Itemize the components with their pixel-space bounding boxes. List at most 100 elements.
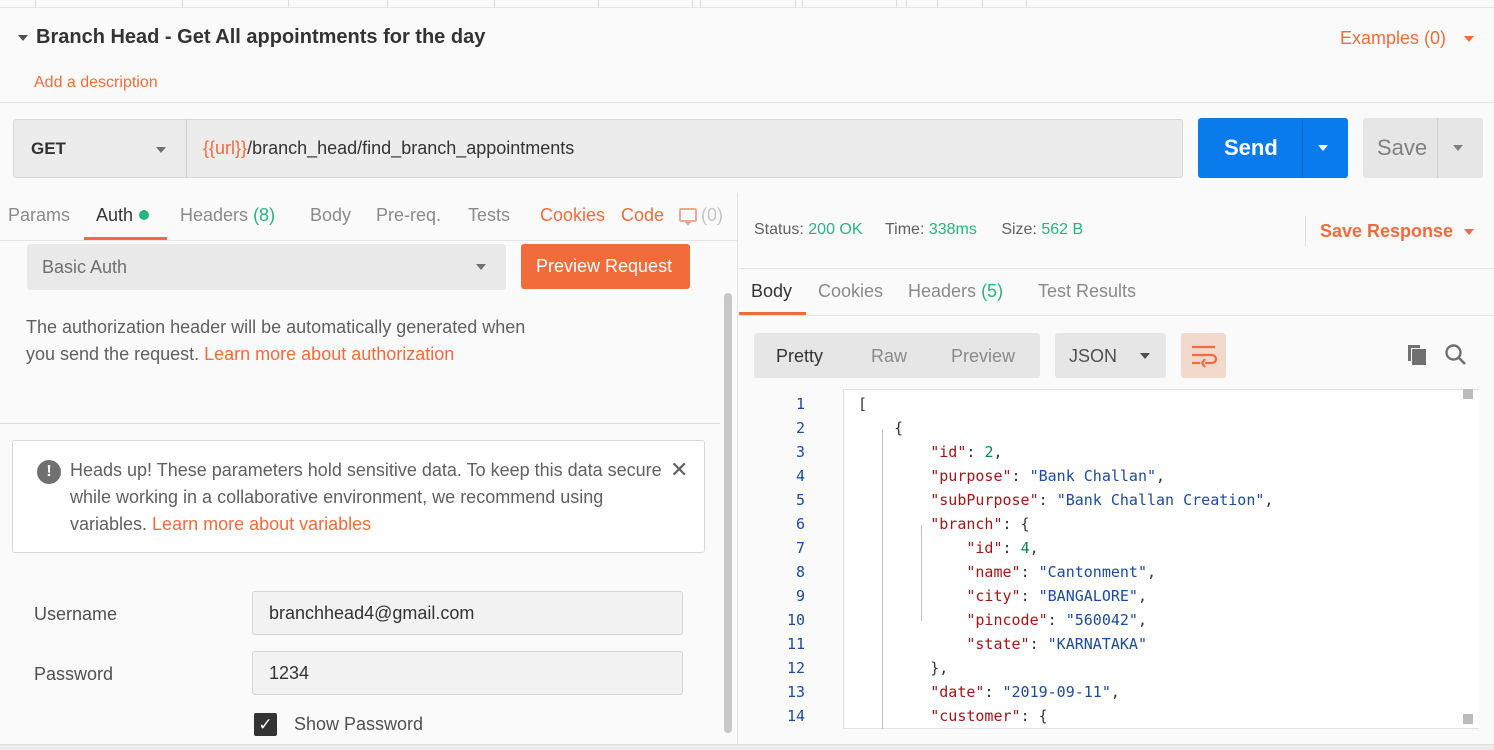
send-options-caret-icon[interactable] [1318,145,1328,151]
status-value[interactable]: 200 OK [808,221,862,238]
method-select[interactable]: GET [13,119,187,178]
comments-button[interactable]: (0) [679,205,723,226]
send-button[interactable]: Send [1198,118,1348,178]
save-options-caret-icon[interactable] [1453,145,1463,151]
learn-more-variables-link[interactable]: Learn more about variables [152,514,371,534]
time-label: Time: [884,221,925,238]
tab-divider [937,0,938,8]
response-headers-label: Headers [908,281,977,301]
view-preview[interactable]: Preview [951,346,1015,367]
auth-type-select[interactable]: Basic Auth [27,244,506,290]
cookies-link[interactable]: Cookies [540,205,605,226]
warning-text: Heads up! These parameters hold sensitiv… [70,457,670,538]
code-line: "id": 4, [966,539,1039,557]
code-line: "id": 2, [930,443,1003,461]
code-editor[interactable] [843,389,1479,729]
code-line: "customer": { [930,707,1048,725]
line-number: 6 [795,515,805,533]
username-field[interactable]: branchhead4@gmail.com [252,591,683,635]
headers-count: (8) [253,205,276,225]
tab-divider [288,0,289,8]
tab-prereq[interactable]: Pre-req. [376,205,441,226]
tab-auth-label: Auth [96,205,134,225]
divider [1437,118,1438,178]
code-line: "pincode": "560042", [966,611,1147,629]
line-number: 9 [795,587,805,605]
save-button[interactable]: Save [1363,118,1483,178]
tab-strip[interactable] [0,0,1494,8]
tab-divider [494,0,495,8]
line-number: 4 [795,467,805,485]
show-password-checkbox[interactable]: ✓ [254,713,277,736]
view-raw[interactable]: Raw [871,346,907,367]
learn-more-auth-link[interactable]: Learn more about authorization [204,344,454,364]
chevron-down-icon [1140,353,1150,359]
add-description-link[interactable]: Add a description [34,74,158,92]
comments-count: (0) [701,205,723,225]
code-link[interactable]: Code [621,205,664,226]
tab-response-body[interactable]: Body [751,281,792,302]
code-line: "state": "KARNATAKA" [966,635,1147,653]
tab-response-headers[interactable]: Headers (5) [908,281,1003,302]
show-password-label[interactable]: Show Password [294,714,423,735]
wrap-lines-button[interactable] [1181,333,1226,378]
password-field[interactable]: 1234 [252,651,683,695]
response-body-viewer[interactable]: 1 [2 {3 "id": 2, 4 "purpose": "Bank Challa… [757,389,1494,750]
scrollbar-top[interactable] [1463,389,1473,399]
tab-auth[interactable]: Auth [96,205,150,226]
view-pretty[interactable]: Pretty [776,346,823,367]
line-number: 1 [795,395,805,413]
examples-caret-icon[interactable] [1464,36,1474,42]
examples-dropdown[interactable]: Examples (0) [1340,28,1446,49]
url-text: {{url}}/branch_head/find_branch_appointm… [203,138,574,159]
request-title[interactable]: Branch Head - Get All appointments for t… [36,26,485,49]
password-label: Password [34,664,114,684]
url-path: /branch_head/find_branch_appointments [247,138,575,158]
copy-icon[interactable] [1406,343,1428,367]
tab-divider [182,0,183,8]
code-line: [ [858,395,868,413]
view-mode-group: Pretty Raw Preview [754,333,1040,378]
exclamation-icon: ! [37,460,61,484]
auth-active-dot [139,210,150,220]
preview-request-button[interactable]: Preview Request [521,244,690,289]
tab-tests[interactable]: Tests [468,205,510,226]
scrollbar-bottom[interactable] [1463,714,1473,724]
tab-divider [982,0,983,8]
search-icon[interactable] [1444,343,1468,367]
comment-icon [679,208,697,226]
line-number: 12 [786,659,805,677]
username-label: Username [34,604,118,624]
tab-divider [906,0,907,8]
size-value[interactable]: 562 B [1041,221,1083,238]
tab-test-results[interactable]: Test Results [1038,281,1136,302]
method-label: GET [31,139,66,158]
response-meta: Status: 200 OK Time: 338ms Size: 562 B [754,221,1083,239]
send-label: Send [1224,135,1278,160]
code-line: { [858,419,904,437]
tab-response-cookies[interactable]: Cookies [818,281,883,302]
line-number: 7 [795,539,805,557]
wrap-lines-icon [1192,345,1218,368]
tab-headers[interactable]: Headers (8) [180,205,275,226]
request-header: Branch Head - Get All appointments for t… [0,8,1494,103]
scrollbar[interactable] [724,293,732,733]
save-response-caret-icon[interactable] [1464,229,1474,235]
collapse-caret-icon[interactable] [18,35,28,41]
language-select[interactable]: JSON [1055,333,1166,378]
close-icon[interactable]: ✕ [670,457,688,483]
code-line: "subPurpose": "Bank Challan Creation", [930,491,1274,509]
tab-divider [896,0,897,8]
save-response-button[interactable]: Save Response [1320,221,1453,242]
status-bar [0,744,1494,750]
tab-params[interactable]: Params [8,205,70,226]
tab-divider [700,0,701,8]
tab-divider [598,0,599,8]
tab-headers-label: Headers [180,205,249,225]
time-value[interactable]: 338ms [929,221,977,238]
tab-divider [35,0,36,8]
code-line: "purpose": "Bank Challan", [930,467,1166,485]
line-number: 8 [795,563,805,581]
tab-body[interactable]: Body [310,205,351,226]
url-input[interactable]: {{url}}/branch_head/find_branch_appointm… [186,119,1183,178]
